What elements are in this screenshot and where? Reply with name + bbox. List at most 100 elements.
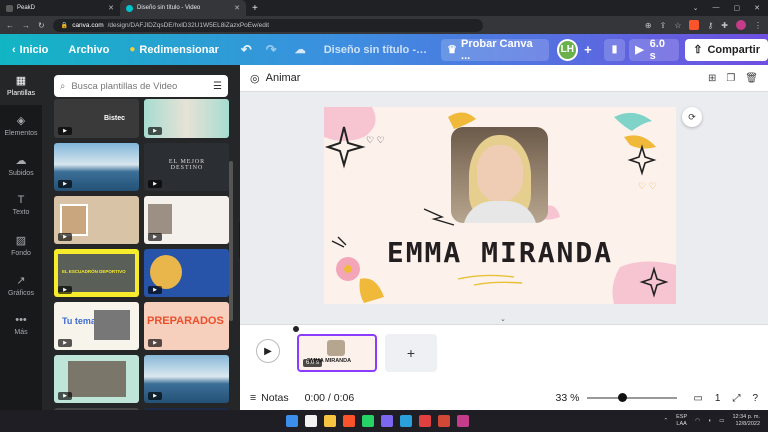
- home-button[interactable]: ‹ Inicio: [12, 44, 48, 56]
- volume-icon[interactable]: ◖: [708, 418, 711, 424]
- portrait-photo[interactable]: [451, 127, 548, 223]
- template-thumb-family[interactable]: ▶: [54, 355, 139, 403]
- close-tab-icon[interactable]: ✕: [234, 4, 240, 12]
- file-explorer-icon[interactable]: [324, 415, 336, 427]
- canva-favicon-icon: [126, 4, 133, 12]
- key-icon[interactable]: ⚷: [707, 21, 713, 30]
- brave-browser-icon[interactable]: [343, 415, 355, 427]
- rail-item-uploads[interactable]: ☁ Subidos: [0, 145, 42, 185]
- close-window-icon[interactable]: ✕: [754, 4, 760, 12]
- fullscreen-icon[interactable]: ⤢: [732, 393, 740, 404]
- monitor-icon[interactable]: ▭: [693, 393, 702, 404]
- canvas-name-text[interactable]: EMMA MIRANDA: [324, 236, 676, 269]
- redo-icon[interactable]: ↷: [266, 42, 277, 58]
- template-thumb-bistec[interactable]: Bistec ▶: [54, 99, 139, 138]
- whatsapp-icon[interactable]: [362, 415, 374, 427]
- template-thumb-collage[interactable]: ▶: [54, 196, 139, 244]
- template-thumb-photos[interactable]: ▶: [144, 99, 229, 138]
- windows-start-icon[interactable]: [286, 415, 298, 427]
- rail-label: Subidos: [8, 169, 34, 177]
- try-canva-pro-button[interactable]: ♛ Probar Canva ...: [441, 37, 549, 62]
- present-button[interactable]: ▶ 6.0 s: [629, 38, 680, 62]
- template-thumb-sea[interactable]: ▶: [54, 143, 139, 191]
- telegram-icon[interactable]: [400, 415, 412, 427]
- template-thumb-ocean[interactable]: ▶: [144, 355, 229, 403]
- browser-tab-canva[interactable]: Diseño sin título - Video ✕: [120, 0, 246, 16]
- page-actions: ⊞ ❐ 🗑: [708, 73, 758, 84]
- rail-item-background[interactable]: ▨ Fondo: [0, 225, 42, 265]
- zoom-slider-knob[interactable]: [618, 393, 628, 402]
- file-menu-button[interactable]: Archivo: [68, 44, 109, 56]
- add-page-button[interactable]: +: [385, 334, 437, 372]
- chevron-down-icon[interactable]: ⌄: [693, 4, 699, 12]
- puzzle-extensions-icon[interactable]: ✚: [721, 21, 728, 30]
- insights-button[interactable]: ▮: [603, 38, 626, 61]
- resize-button[interactable]: ● Redimensionar: [129, 44, 219, 56]
- filter-icon[interactable]: ☰: [213, 81, 222, 92]
- search-icon[interactable]: [305, 415, 317, 427]
- clock[interactable]: 12:34 p. m. 12/8/2022: [732, 414, 760, 428]
- template-thumb-escuadron[interactable]: EL ESCUADRÓN DEPORTIVO ▶: [54, 249, 139, 297]
- rail-item-charts[interactable]: ↗ Gráficos: [0, 265, 42, 305]
- duplicate-page-icon[interactable]: ❐: [726, 73, 735, 84]
- zoom-icon[interactable]: ⊕: [645, 21, 652, 30]
- share-label: Compartir: [707, 43, 760, 56]
- app-icon[interactable]: [457, 415, 469, 427]
- delete-page-icon[interactable]: 🗑: [745, 73, 758, 84]
- help-icon[interactable]: ?: [752, 393, 758, 404]
- wifi-icon[interactable]: ◠: [695, 418, 700, 424]
- design-title[interactable]: Diseño sin título - Vi...: [324, 44, 429, 56]
- template-thumb-preparados[interactable]: PREPARADOS ▶: [144, 302, 229, 350]
- profile-avatar[interactable]: [736, 20, 746, 30]
- discord-icon[interactable]: [381, 415, 393, 427]
- maximize-icon[interactable]: ▢: [734, 4, 741, 12]
- template-text: EL ESCUADRÓN DEPORTIVO: [62, 269, 126, 274]
- template-thumb-teachers[interactable]: ▶: [144, 249, 229, 297]
- notes-button[interactable]: ≡ Notas: [250, 392, 289, 404]
- add-collaborator-icon[interactable]: +: [584, 42, 592, 57]
- zoom-value[interactable]: 33 %: [555, 392, 579, 404]
- minimize-icon[interactable]: —: [713, 4, 720, 12]
- undo-icon[interactable]: ↶: [241, 42, 252, 58]
- forward-icon[interactable]: →: [22, 21, 30, 30]
- add-page-icon[interactable]: ⊞: [708, 73, 716, 84]
- user-avatar[interactable]: LH: [556, 38, 579, 61]
- template-thumb-memories[interactable]: ▶: [144, 196, 229, 244]
- reload-icon[interactable]: ↻: [38, 21, 45, 30]
- app-icon[interactable]: [438, 415, 450, 427]
- chevron-down-icon[interactable]: ⌄: [500, 315, 506, 323]
- share-page-icon[interactable]: ⇪: [660, 21, 667, 30]
- template-search-input[interactable]: ⌕ Busca plantillas de Video ☰: [54, 75, 228, 97]
- template-thumb-destino[interactable]: EL MEJOR DESTINO ▶: [144, 143, 229, 191]
- try-canva-label: Probar Canva ...: [461, 37, 533, 62]
- page-count-button[interactable]: 1: [715, 393, 721, 404]
- timeline-play-button[interactable]: ▶: [256, 339, 280, 363]
- system-tray: ⌃ ESP LAA ◠ ◖ ▭ 12:34 p. m. 12/8/2022: [664, 414, 768, 428]
- panel-scrollbar[interactable]: [229, 161, 233, 321]
- plus-icon: +: [406, 345, 416, 361]
- animate-button[interactable]: Animar: [266, 72, 301, 84]
- language-indicator[interactable]: ESP LAA: [676, 414, 687, 428]
- template-thumb-tu-tema[interactable]: Tu tema ▶: [54, 302, 139, 350]
- rail-item-elements[interactable]: ◈ Elementos: [0, 105, 42, 145]
- rail-item-templates[interactable]: ▦ Plantillas: [0, 65, 42, 105]
- brave-shield-icon[interactable]: [689, 20, 700, 30]
- rail-item-text[interactable]: T Texto: [0, 185, 42, 225]
- browser-tab-peakd[interactable]: PeakD ✕: [0, 0, 120, 16]
- share-button[interactable]: ⇧ Compartir: [685, 38, 768, 61]
- url-field[interactable]: 🔒 canva.com/design/DAFJlDZqsDE/hxlD32U1W…: [52, 18, 483, 32]
- bookmark-icon[interactable]: ☆: [674, 21, 681, 30]
- regenerate-button[interactable]: ⟳: [682, 107, 702, 127]
- media-icon[interactable]: [419, 415, 431, 427]
- battery-icon[interactable]: ▭: [719, 418, 724, 424]
- menu-dots-icon[interactable]: ⋮: [754, 21, 762, 30]
- design-canvas[interactable]: ♡ ♡ ♡ ♡ EMMA MIRANDA: [324, 107, 676, 304]
- chevron-up-icon[interactable]: ⌃: [664, 418, 669, 424]
- back-icon[interactable]: ←: [6, 21, 14, 30]
- rail-item-more[interactable]: ••• Más: [0, 305, 42, 345]
- timeline-clip[interactable]: EMMA MIRANDA 6.0 s: [297, 334, 377, 372]
- zoom-slider[interactable]: [587, 393, 678, 402]
- close-tab-icon[interactable]: ✕: [108, 4, 114, 12]
- new-tab-button[interactable]: +: [246, 3, 258, 14]
- playhead[interactable]: [293, 326, 299, 332]
